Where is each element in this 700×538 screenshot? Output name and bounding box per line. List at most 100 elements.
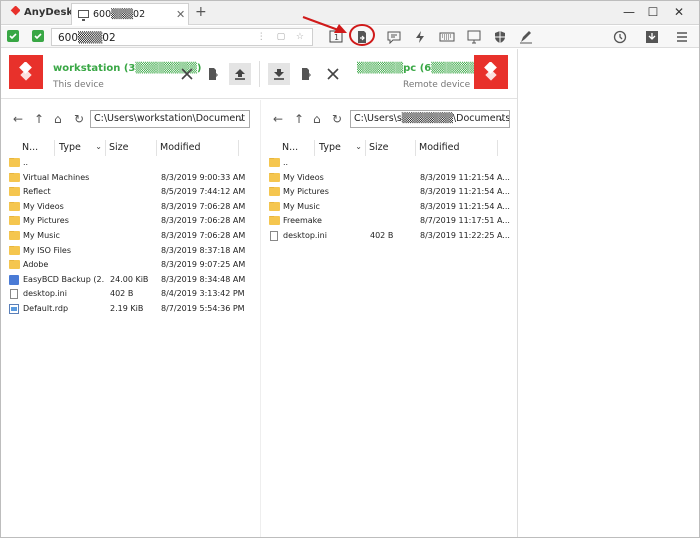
local-path-input[interactable]: C:\Users\workstation\Document ⌄: [90, 110, 250, 128]
download-icon: [274, 69, 284, 80]
pen-icon: [520, 31, 532, 44]
history-icon: [613, 30, 627, 44]
remote-column-headers: N... Type ⌄ Size Modified: [261, 140, 517, 156]
file-row[interactable]: My Videos 8/3/2019 11:21:54 A...: [261, 171, 517, 186]
home-icon[interactable]: ⌂: [54, 112, 62, 126]
file-name: Default.rdp: [23, 303, 69, 313]
session-tab[interactable]: 600▒▒▒02 ✕: [71, 3, 189, 25]
file-row[interactable]: Adobe 8/3/2019 9:07:25 AM: [1, 258, 259, 273]
local-nav-bar: ← ↑ ⌂ ↻ C:\Users\workstation\Document ⌄: [1, 100, 259, 136]
address-field[interactable]: 600▒▒▒02 ⋮ ▢ ☆: [51, 28, 313, 46]
file-name: ..: [23, 158, 29, 167]
file-row[interactable]: Reflect 8/5/2019 7:44:12 AM: [1, 185, 259, 200]
whiteboard-button[interactable]: [516, 28, 536, 46]
anydesk-logo-icon: [484, 62, 497, 81]
application-icon: [9, 274, 19, 285]
chevron-down-icon[interactable]: ⌄: [237, 113, 245, 124]
file-name: My Videos: [283, 172, 324, 182]
file-icon: [10, 289, 18, 300]
new-file-icon: [209, 68, 218, 80]
tab-close-icon[interactable]: ✕: [176, 8, 185, 21]
minimize-button[interactable]: —: [619, 5, 639, 19]
home-icon[interactable]: ⌂: [313, 112, 321, 126]
file-row[interactable]: My ISO Files 8/3/2019 8:37:18 AM: [1, 244, 259, 259]
back-arrow-icon[interactable]: ←: [13, 112, 23, 126]
remote-path-text: C:\Users\s▒▒▒▒▒▒▒\Documents: [354, 113, 510, 124]
hamburger-icon: [677, 32, 687, 42]
back-arrow-icon[interactable]: ←: [273, 112, 283, 126]
file-row[interactable]: Virtual Machines 8/3/2019 9:00:33 AM: [1, 171, 259, 186]
keyboard-button[interactable]: [436, 28, 456, 46]
file-size: 24.00 KiB: [110, 274, 149, 284]
file-name: EasyBCD Backup (2...: [23, 274, 105, 284]
actions-button[interactable]: [410, 28, 430, 46]
right-empty-panel: [517, 49, 699, 537]
session-tab-label: 600▒▒▒02: [93, 9, 146, 20]
maximize-button[interactable]: ☐: [643, 5, 663, 19]
chat-button[interactable]: [384, 28, 404, 46]
file-name: My ISO Files: [23, 245, 72, 255]
column-name[interactable]: N...: [19, 140, 55, 156]
file-row[interactable]: desktop.ini 402 B 8/3/2019 11:22:25 A...: [261, 229, 517, 244]
file-row[interactable]: Freemake 8/7/2019 11:17:51 A...: [261, 214, 517, 229]
display-button[interactable]: [464, 28, 484, 46]
file-row[interactable]: Default.rdp 2.19 KiB 8/7/2019 5:54:36 PM: [1, 302, 259, 317]
file-modified: 8/3/2019 11:21:54 A...: [420, 172, 510, 182]
file-row[interactable]: ..: [261, 156, 517, 171]
refresh-icon[interactable]: ↻: [74, 112, 84, 126]
menu-button[interactable]: [672, 28, 692, 46]
file-modified: 8/3/2019 7:06:28 AM: [161, 216, 246, 226]
download-icon: [646, 31, 658, 43]
file-name: Freemake: [283, 216, 322, 226]
file-name: My Music: [283, 201, 320, 211]
new-tab-button[interactable]: +: [195, 4, 207, 20]
column-modified[interactable]: Modified: [157, 140, 239, 156]
file-row[interactable]: My Music 8/3/2019 7:06:28 AM: [1, 229, 259, 244]
file-name: My Videos: [23, 201, 64, 211]
keyboard-icon: [439, 32, 455, 42]
download-button[interactable]: [642, 28, 662, 46]
column-type[interactable]: Type ⌄: [316, 140, 366, 156]
column-size[interactable]: Size: [366, 140, 416, 156]
history-button[interactable]: [610, 28, 630, 46]
cancel-local-button[interactable]: [176, 63, 198, 85]
file-name: desktop.ini: [23, 289, 67, 299]
column-modified[interactable]: Modified: [416, 140, 498, 156]
forward-arrow-icon[interactable]: ↑: [34, 112, 44, 126]
file-row[interactable]: My Videos 8/3/2019 7:06:28 AM: [1, 200, 259, 215]
connection-status-icon: [7, 30, 19, 42]
address-value: 600▒▒▒02: [58, 32, 116, 44]
remote-path-input[interactable]: C:\Users\s▒▒▒▒▒▒▒\Documents ⌄: [350, 110, 510, 128]
local-file-list: .. Virtual Machines 8/3/2019 9:00:33 AM Ref…: [1, 156, 259, 317]
upload-button[interactable]: [229, 63, 251, 85]
folder-icon: [269, 216, 280, 226]
file-icon: [270, 230, 278, 241]
forward-arrow-icon[interactable]: ↑: [294, 112, 304, 126]
folder-icon: [9, 201, 20, 211]
column-name[interactable]: N...: [279, 140, 315, 156]
download-to-local-button[interactable]: [268, 63, 290, 85]
file-row[interactable]: desktop.ini 402 B 8/4/2019 3:13:42 PM: [1, 287, 259, 302]
file-size: 402 B: [370, 230, 394, 240]
file-row[interactable]: EasyBCD Backup (2... 24.00 KiB 8/3/2019 8:…: [1, 273, 259, 288]
chat-icon: [387, 31, 401, 44]
new-folder-local-button[interactable]: [202, 63, 224, 85]
file-modified: 8/3/2019 9:07:25 AM: [161, 260, 246, 270]
file-modified: 8/3/2019 11:21:54 A...: [420, 201, 510, 211]
upload-icon: [235, 69, 245, 80]
file-row[interactable]: My Pictures 8/3/2019 11:21:54 A...: [261, 185, 517, 200]
column-type[interactable]: Type ⌄: [56, 140, 106, 156]
file-row[interactable]: My Music 8/3/2019 11:21:54 A...: [261, 200, 517, 215]
new-folder-remote-button[interactable]: [295, 63, 317, 85]
refresh-icon[interactable]: ↻: [332, 112, 342, 126]
column-size[interactable]: Size: [106, 140, 157, 156]
folder-icon: [269, 158, 280, 167]
chevron-down-icon[interactable]: ⌄: [497, 113, 505, 124]
file-name: My Pictures: [283, 187, 329, 197]
permissions-button[interactable]: [490, 28, 510, 46]
close-button[interactable]: ✕: [669, 5, 689, 19]
file-row[interactable]: ..: [1, 156, 259, 171]
display-icon: [467, 30, 481, 44]
file-row[interactable]: My Pictures 8/3/2019 7:06:28 AM: [1, 214, 259, 229]
cancel-remote-button[interactable]: [322, 63, 344, 85]
